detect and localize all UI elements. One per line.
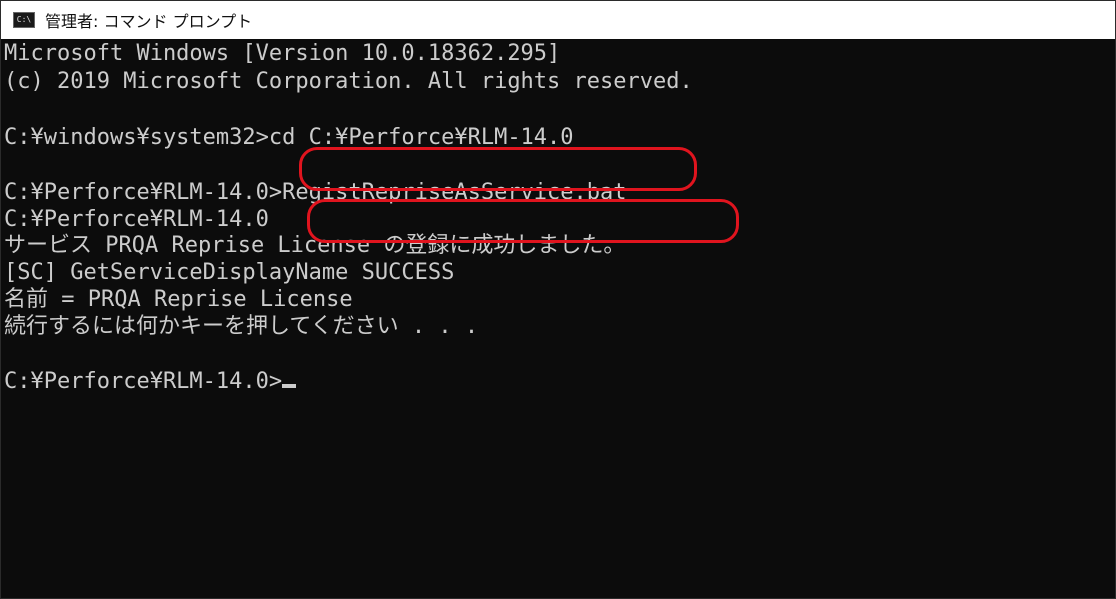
highlight-bat-command [307, 199, 739, 243]
console-line-version: Microsoft Windows [Version 10.0.18362.29… [4, 41, 561, 66]
console-line-press-any-key: 続行するには何かキーを押してください . . . [4, 314, 479, 339]
console-line-path: C:¥Perforce¥RLM-14.0 [4, 207, 269, 232]
window-title: 管理者: コマンド プロンプト [45, 12, 253, 31]
console-line-copyright: (c) 2019 Microsoft Corporation. All righ… [4, 69, 693, 94]
cmd-icon: C:\ [13, 12, 35, 28]
cmd-icon-text: C:\ [16, 15, 32, 24]
title-bar[interactable]: C:\ 管理者: コマンド プロンプト [1, 1, 1115, 39]
highlight-cd-command [299, 147, 697, 191]
console-line-sc-success: [SC] GetServiceDisplayName SUCCESS [4, 260, 455, 285]
command-prompt-window[interactable]: C:\ 管理者: コマンド プロンプト Microsoft Windows [V… [0, 0, 1116, 599]
console-line-service-name: 名前 = PRQA Reprise License [4, 287, 353, 312]
text-cursor [282, 384, 297, 388]
console-line-prompt[interactable]: C:¥Perforce¥RLM-14.0> [4, 369, 297, 395]
prompt-text: C:¥Perforce¥RLM-14.0> [4, 369, 283, 394]
console-output[interactable]: Microsoft Windows [Version 10.0.18362.29… [1, 39, 1115, 598]
